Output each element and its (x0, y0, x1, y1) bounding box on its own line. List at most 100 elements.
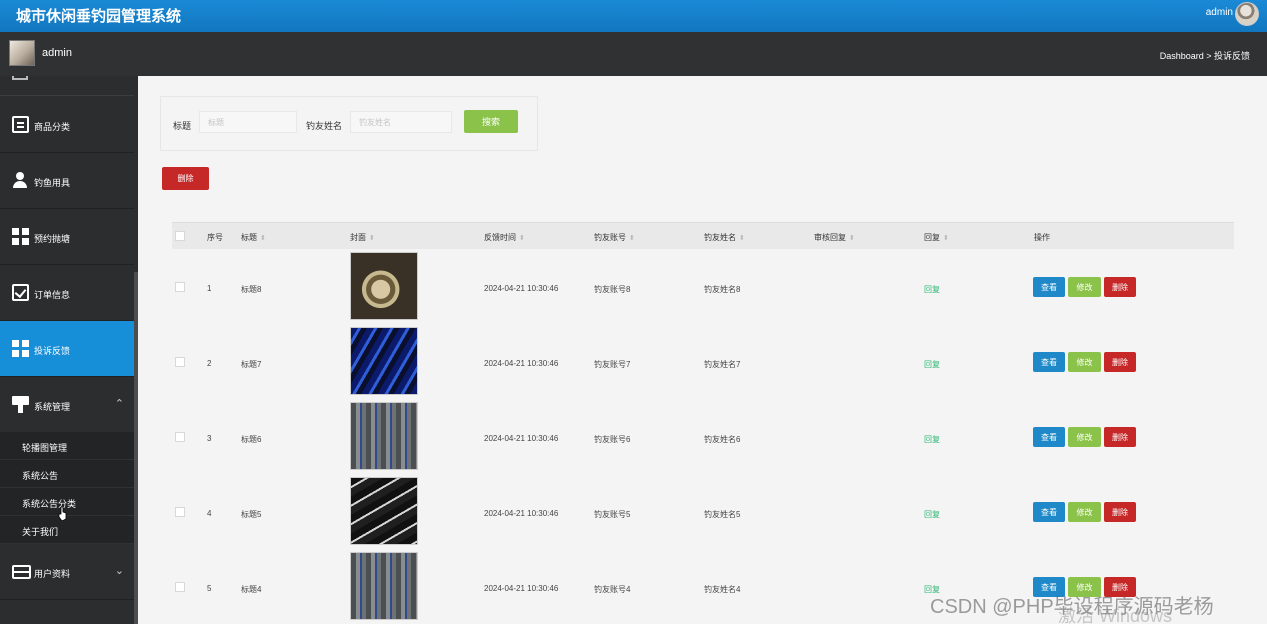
sort-icon: ⬍ (739, 235, 745, 242)
submenu-item-about[interactable]: 关于我们 (0, 516, 134, 544)
sidebar-item-system-management[interactable]: 系统管理 ⌃ (0, 377, 134, 433)
delete-button[interactable]: 删除 (1104, 502, 1136, 522)
table-row: 3 标题6 2024-04-21 10:30:46 钓友账号6 钓友姓名6 回复… (172, 400, 1234, 475)
delete-button[interactable]: 删除 (1104, 352, 1136, 372)
search-panel: 标题 钓友姓名 搜索 (160, 96, 538, 151)
view-button[interactable]: 查看 (1033, 277, 1065, 297)
reply-link[interactable]: 回复 (924, 359, 940, 370)
edit-button[interactable]: 修改 (1068, 352, 1101, 372)
sidebar-item-fishing-gear[interactable]: 钓鱼用具 (0, 153, 134, 209)
cell-time: 2024-04-21 10:30:46 (484, 284, 559, 293)
grid-icon (12, 76, 28, 80)
row-checkbox[interactable] (175, 582, 185, 592)
cell-title: 标题4 (241, 585, 262, 594)
table-row: 1 标题8 2024-04-21 10:30:46 钓友账号8 钓友姓名8 回复… (172, 250, 1234, 325)
chevron-down-icon: ⌄ (114, 565, 124, 577)
top-header: 城市休闲垂钓园管理系统 admin (0, 0, 1267, 32)
batch-delete-button[interactable]: 删除 (162, 167, 209, 190)
sidebar-item-feedback[interactable]: 投诉反馈 (0, 321, 134, 377)
table-header: 序号 标题 ⬍ 封面 ⬍ 反馈时间 ⬍ 钓友账号 ⬍ 钓友姓名 ⬍ 审核回复 ⬍ 回复 ⬍ 操… (172, 222, 1234, 249)
cell-account: 钓友账号8 (594, 285, 631, 294)
cell-name: 钓友姓名8 (704, 285, 741, 294)
title-search-input[interactable] (199, 111, 297, 133)
cell-no: 1 (207, 284, 212, 293)
col-header-label: 封面 (350, 233, 366, 242)
row-checkbox[interactable] (175, 507, 185, 517)
view-button[interactable]: 查看 (1033, 427, 1065, 447)
row-checkbox[interactable] (175, 357, 185, 367)
sort-icon: ⬍ (943, 235, 949, 242)
edit-button[interactable]: 修改 (1068, 502, 1101, 522)
cell-time: 2024-04-21 10:30:46 (484, 434, 559, 443)
user-icon (12, 172, 29, 189)
sidebar-item-label: 用户资料 (34, 569, 71, 579)
edit-button[interactable]: 修改 (1068, 427, 1101, 447)
sidebar-avatar (9, 40, 35, 66)
select-all-checkbox[interactable] (175, 231, 185, 241)
grid-icon (12, 228, 29, 245)
header-username[interactable]: admin (1206, 7, 1233, 18)
sidebar-item-reservation[interactable]: 预约抛塘 (0, 209, 134, 265)
cell-no: 3 (207, 434, 212, 443)
col-header-title[interactable]: 标题 ⬍ (241, 232, 266, 243)
main-content: 标题 钓友姓名 搜索 删除 序号 标题⬍ 封面⬍ 反馈时间⬍ 钓友账号⬍ 钓友姓… (138, 76, 1267, 624)
card-icon (12, 565, 31, 579)
row-checkbox[interactable] (175, 282, 185, 292)
reply-link[interactable]: 回复 (924, 434, 940, 445)
col-header-name[interactable]: 钓友姓名 ⬍ (704, 232, 745, 243)
submenu-item-announcement-category[interactable]: 系统公告分类 (0, 488, 134, 516)
view-button[interactable]: 查看 (1033, 502, 1065, 522)
col-header-account[interactable]: 钓友账号 ⬍ (594, 232, 635, 243)
cell-account: 钓友账号7 (594, 360, 631, 369)
table-row: 2 标题7 2024-04-21 10:30:46 钓友账号7 钓友姓名7 回复… (172, 325, 1234, 400)
sidebar-username: admin (42, 47, 72, 59)
reply-link[interactable]: 回复 (924, 509, 940, 520)
view-button[interactable]: 查看 (1033, 352, 1065, 372)
reply-link[interactable]: 回复 (924, 284, 940, 295)
name-search-input[interactable] (350, 111, 452, 133)
sidebar-item-partial[interactable] (0, 76, 134, 96)
col-header-label: 钓友姓名 (704, 233, 736, 242)
submenu-label: 轮播图管理 (22, 443, 68, 453)
cover-image (350, 402, 418, 470)
sort-icon: ⬍ (260, 235, 266, 242)
sort-icon: ⬍ (629, 235, 635, 242)
col-header-no: 序号 (207, 233, 223, 242)
submenu-item-carousel[interactable]: 轮播图管理 (0, 432, 134, 460)
sub-header: admin Dashboard > 投诉反馈 (0, 32, 1267, 76)
cell-no: 4 (207, 509, 212, 518)
mouse-cursor-icon (58, 507, 67, 521)
submenu-label: 关于我们 (22, 527, 59, 537)
col-header-review[interactable]: 审核回复 ⬍ (814, 232, 855, 243)
sidebar-item-label: 钓鱼用具 (34, 178, 71, 188)
col-header-reply[interactable]: 回复 ⬍ (924, 232, 949, 243)
search-button[interactable]: 搜索 (464, 110, 518, 133)
sidebar-item-label: 预约抛塘 (34, 234, 71, 244)
col-header-time[interactable]: 反馈时间 ⬍ (484, 232, 525, 243)
cell-no: 5 (207, 584, 212, 593)
col-header-actions: 操作 (1034, 233, 1050, 242)
sidebar-item-user-profile[interactable]: 用户资料 ⌄ (0, 544, 134, 600)
sidebar-item-orders[interactable]: 订单信息 (0, 265, 134, 321)
sidebar-item-label: 订单信息 (34, 290, 71, 300)
sidebar: 商品分类 钓鱼用具 预约抛塘 订单信息 投诉反馈 系统管理 ⌃ 轮播图管理 系统… (0, 76, 138, 624)
cell-name: 钓友姓名4 (704, 585, 741, 594)
header-avatar[interactable] (1235, 2, 1259, 26)
cover-image (350, 552, 418, 620)
cover-image (350, 327, 418, 395)
cover-image (350, 252, 418, 320)
cell-title: 标题8 (241, 285, 262, 294)
col-header-label: 标题 (241, 233, 257, 242)
chevron-up-icon: ⌃ (114, 398, 124, 410)
col-header-cover[interactable]: 封面 ⬍ (350, 232, 375, 243)
delete-button[interactable]: 删除 (1104, 277, 1136, 297)
edit-button[interactable]: 修改 (1068, 277, 1101, 297)
col-header-label: 反馈时间 (484, 233, 516, 242)
row-checkbox[interactable] (175, 432, 185, 442)
sidebar-item-product-category[interactable]: 商品分类 (0, 97, 134, 153)
title-label: 标题 (173, 121, 192, 131)
delete-button[interactable]: 删除 (1104, 427, 1136, 447)
submenu-label: 系统公告 (22, 471, 59, 481)
submenu-item-announcement[interactable]: 系统公告 (0, 460, 134, 488)
cell-name: 钓友姓名6 (704, 435, 741, 444)
